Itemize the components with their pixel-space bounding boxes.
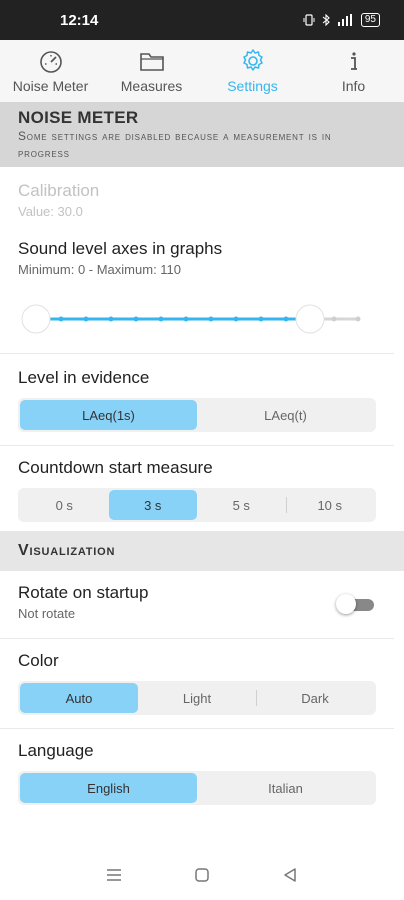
countdown-option-5s[interactable]: 5 s xyxy=(197,490,286,520)
status-time: 12:14 xyxy=(60,11,99,29)
tab-measures[interactable]: Measures xyxy=(101,40,202,102)
countdown-setting: Countdown start measure 0 s 3 s 5 s 10 s xyxy=(0,446,394,531)
color-title: Color xyxy=(18,651,59,670)
rotate-setting[interactable]: Rotate on startup Not rotate xyxy=(0,571,394,639)
evidence-option-laeq1s[interactable]: LAeq(1s) xyxy=(20,400,197,430)
calibration-setting: Calibration Value: 30.0 xyxy=(0,167,394,220)
rotate-value: Not rotate xyxy=(18,606,76,621)
bluetooth-icon xyxy=(322,14,330,26)
visualization-header: Visualization xyxy=(0,531,404,571)
language-setting: Language English Italian xyxy=(0,729,394,819)
calibration-value: Value: 30.0 xyxy=(18,204,83,219)
vibrate-icon xyxy=(303,14,315,26)
signal-icon xyxy=(337,14,352,26)
countdown-option-10s[interactable]: 10 s xyxy=(285,490,375,520)
tab-settings[interactable]: Settings xyxy=(202,40,303,102)
calibration-title: Calibration xyxy=(18,181,100,200)
tab-label: Noise Meter xyxy=(12,78,89,94)
countdown-title: Countdown start measure xyxy=(18,458,213,477)
language-option-italian[interactable]: Italian xyxy=(197,773,374,803)
system-nav-bar xyxy=(0,850,404,900)
evidence-selector: LAeq(1s) LAeq(t) xyxy=(18,398,376,432)
countdown-selector: 0 s 3 s 5 s 10 s xyxy=(18,488,376,522)
evidence-option-laeqt[interactable]: LAeq(t) xyxy=(197,400,374,430)
gauge-icon xyxy=(39,51,62,73)
evidence-title: Level in evidence xyxy=(18,368,150,387)
disabled-note: Some settings are disabled because a mea… xyxy=(18,129,332,160)
menu-icon[interactable] xyxy=(105,866,123,884)
color-setting: Color Auto Light Dark xyxy=(0,639,394,729)
rotate-title: Rotate on startup xyxy=(18,583,149,602)
tab-label: Info xyxy=(341,78,366,94)
folder-icon xyxy=(139,53,164,71)
info-icon xyxy=(350,52,357,70)
gear-icon xyxy=(242,49,263,71)
toggle-knob xyxy=(336,594,356,614)
status-icons: 95 xyxy=(303,13,380,27)
language-title: Language xyxy=(18,741,94,760)
tab-bar: Noise Meter Measures Settings Info xyxy=(0,40,404,102)
status-bar: 12:14 95 xyxy=(0,0,404,40)
color-option-light[interactable]: Light xyxy=(138,683,256,713)
language-option-english[interactable]: English xyxy=(20,773,197,803)
back-icon[interactable] xyxy=(281,866,299,884)
axes-setting: Sound level axes in graphs Minimum: 0 - … xyxy=(0,220,394,354)
color-option-dark[interactable]: Dark xyxy=(256,683,374,713)
section-title: NOISE METER xyxy=(18,108,139,127)
slider-max-thumb[interactable] xyxy=(295,304,325,334)
tab-label: Settings xyxy=(227,78,278,94)
tab-noise-meter[interactable]: Noise Meter xyxy=(0,40,101,102)
axes-range-slider[interactable] xyxy=(18,299,376,339)
axes-range: Minimum: 0 - Maximum: 110 xyxy=(18,262,182,277)
tab-info[interactable]: Info xyxy=(303,40,404,102)
battery-icon: 95 xyxy=(360,13,380,27)
color-option-auto[interactable]: Auto xyxy=(20,683,138,713)
axes-title: Sound level axes in graphs xyxy=(18,239,223,258)
language-selector: English Italian xyxy=(18,771,376,805)
countdown-option-0s[interactable]: 0 s xyxy=(20,490,109,520)
section-title: Visualization xyxy=(18,542,116,559)
tab-label: Measures xyxy=(120,78,183,94)
noise-meter-header: NOISE METER Some settings are disabled b… xyxy=(0,102,404,167)
slider-min-thumb[interactable] xyxy=(21,304,51,334)
home-icon[interactable] xyxy=(193,866,211,884)
countdown-option-3s[interactable]: 3 s xyxy=(108,490,197,520)
evidence-setting: Level in evidence LAeq(1s) LAeq(t) xyxy=(0,354,394,446)
slider-track xyxy=(21,304,361,334)
rotate-toggle[interactable] xyxy=(336,593,376,615)
color-selector: Auto Light Dark xyxy=(18,681,376,715)
